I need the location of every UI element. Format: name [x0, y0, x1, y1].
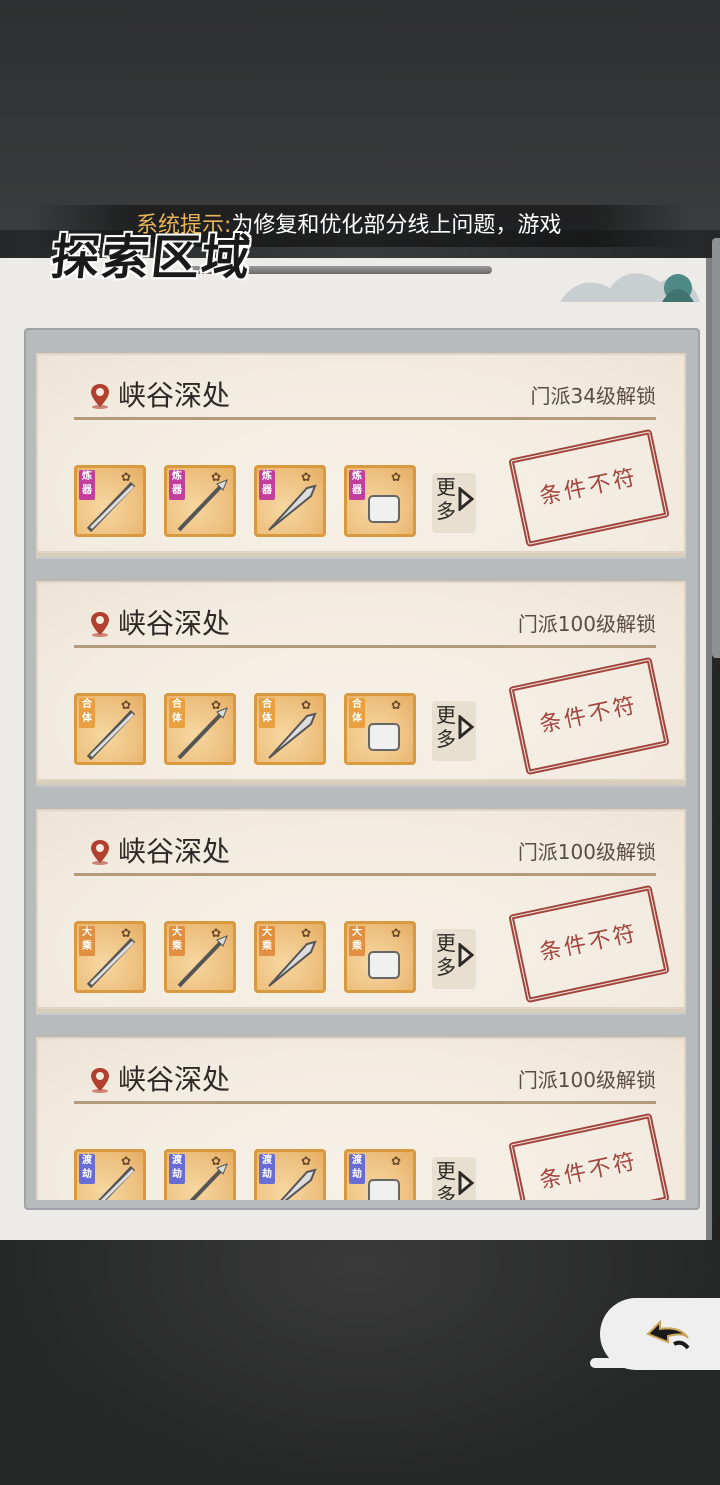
reward-item-blade[interactable]: 渡劫 ✿: [254, 1149, 326, 1200]
stone-icon: [368, 1179, 400, 1200]
sword-icon: [98, 1165, 136, 1200]
unlock-requirement: 门派100级解锁: [517, 612, 656, 636]
zone-header: 峡谷深处 门派100级解锁: [74, 1061, 656, 1104]
reward-item-blade[interactable]: 大乘 ✿: [254, 921, 326, 993]
more-button[interactable]: 更多: [432, 701, 476, 761]
zone-name: 峡谷深处: [118, 379, 231, 412]
more-label: 更多: [436, 931, 456, 979]
stamp-label: 条件不符: [508, 884, 670, 1004]
reward-item-sword[interactable]: 合体 ✿: [74, 693, 146, 765]
triangle-right-icon: [458, 943, 474, 967]
sword-icon: [86, 937, 136, 989]
zone-card[interactable]: 峡谷深处 门派100级解锁 合体 ✿ 合体 ✿ 合体 ✿ 合体 ✿ 更多 条件不符: [36, 581, 686, 781]
zone-header: 峡谷深处 门派34级解锁: [74, 377, 656, 420]
notice-text: 为修复和优化部分线上问题，游戏: [231, 213, 562, 238]
more-label: 更多: [436, 475, 456, 523]
sword-icon: [86, 481, 136, 533]
map-pin-icon: [91, 840, 109, 865]
cloud-decoration-icon: [560, 273, 700, 302]
stone-icon: [368, 723, 400, 751]
map-pin-icon: [91, 1068, 109, 1093]
blade-icon: [280, 1168, 317, 1200]
zone-name: 峡谷深处: [118, 1063, 231, 1096]
title-area: 探索区域: [49, 218, 492, 288]
zone-card[interactable]: 峡谷深处 门派34级解锁 炼器 ✿ 炼器 ✿ 炼器 ✿ 炼器 ✿ 更多 条件不符: [36, 353, 686, 553]
reward-item-blade[interactable]: 炼器 ✿: [254, 465, 326, 537]
stamp-label: 条件不符: [508, 656, 670, 776]
reward-item-stone[interactable]: 渡劫 ✿: [344, 1149, 416, 1200]
zone-card[interactable]: 峡谷深处 门派100级解锁 渡劫 ✿ 渡劫 ✿ 渡劫 ✿ 渡劫 ✿ 更多 条件不符: [36, 1037, 686, 1200]
back-button[interactable]: [590, 1298, 720, 1370]
reward-item-stone[interactable]: 合体 ✿: [344, 693, 416, 765]
more-label: 更多: [436, 1159, 456, 1200]
triangle-right-icon: [458, 487, 474, 511]
reward-item-spear[interactable]: 炼器 ✿: [164, 465, 236, 537]
zone-list[interactable]: 峡谷深处 门派34级解锁 炼器 ✿ 炼器 ✿ 炼器 ✿ 炼器 ✿ 更多 条件不符 峡谷深…: [28, 345, 696, 1200]
spear-icon: [189, 1163, 228, 1200]
stamp-label: 条件不符: [508, 1112, 670, 1200]
more-button[interactable]: 更多: [432, 473, 476, 533]
triangle-right-icon: [458, 1171, 474, 1195]
stone-icon: [368, 495, 400, 523]
reward-item-sword[interactable]: 大乘 ✿: [74, 921, 146, 993]
condition-not-met-stamp: 条件不符: [508, 1112, 670, 1200]
map-pin-icon: [91, 612, 109, 637]
page-title: 探索区域: [48, 230, 255, 286]
unlock-requirement: 门派100级解锁: [517, 840, 656, 864]
condition-not-met-stamp: 条件不符: [508, 428, 670, 548]
blade-icon: [268, 484, 317, 531]
panel-edge-tab: [712, 238, 720, 658]
reward-item-spear[interactable]: 渡劫 ✿: [164, 1149, 236, 1200]
zone-header: 峡谷深处 门派100级解锁: [74, 833, 656, 876]
reward-item-stone[interactable]: 炼器 ✿: [344, 465, 416, 537]
unlock-requirement: 门派34级解锁: [530, 384, 656, 408]
more-button[interactable]: 更多: [432, 929, 476, 989]
reward-item-blade[interactable]: 合体 ✿: [254, 693, 326, 765]
sword-icon: [86, 709, 136, 761]
stamp-label: 条件不符: [508, 428, 670, 548]
zone-name: 峡谷深处: [118, 835, 231, 868]
condition-not-met-stamp: 条件不符: [508, 884, 670, 1004]
more-button[interactable]: 更多: [432, 1157, 476, 1200]
stone-icon: [368, 951, 400, 979]
back-arrow-icon: [646, 1319, 690, 1350]
reward-item-sword[interactable]: 渡劫 ✿: [74, 1149, 146, 1200]
reward-item-sword[interactable]: 炼器 ✿: [74, 465, 146, 537]
condition-not-met-stamp: 条件不符: [508, 656, 670, 776]
zone-name: 峡谷深处: [118, 607, 231, 640]
reward-item-spear[interactable]: 大乘 ✿: [164, 921, 236, 993]
blade-icon: [268, 712, 317, 759]
zone-header: 峡谷深处 门派100级解锁: [74, 605, 656, 648]
reward-item-stone[interactable]: 大乘 ✿: [344, 921, 416, 993]
reward-item-spear[interactable]: 合体 ✿: [164, 693, 236, 765]
spear-icon: [177, 479, 228, 532]
unlock-requirement: 门派100级解锁: [517, 1068, 656, 1092]
top-background: [0, 0, 720, 230]
more-label: 更多: [436, 703, 456, 751]
map-pin-icon: [91, 384, 109, 409]
spear-icon: [177, 935, 228, 988]
blade-icon: [268, 940, 317, 987]
zone-card[interactable]: 峡谷深处 门派100级解锁 大乘 ✿ 大乘 ✿ 大乘 ✿ 大乘 ✿ 更多 条件不符: [36, 809, 686, 1009]
spear-icon: [177, 707, 228, 760]
triangle-right-icon: [458, 715, 474, 739]
